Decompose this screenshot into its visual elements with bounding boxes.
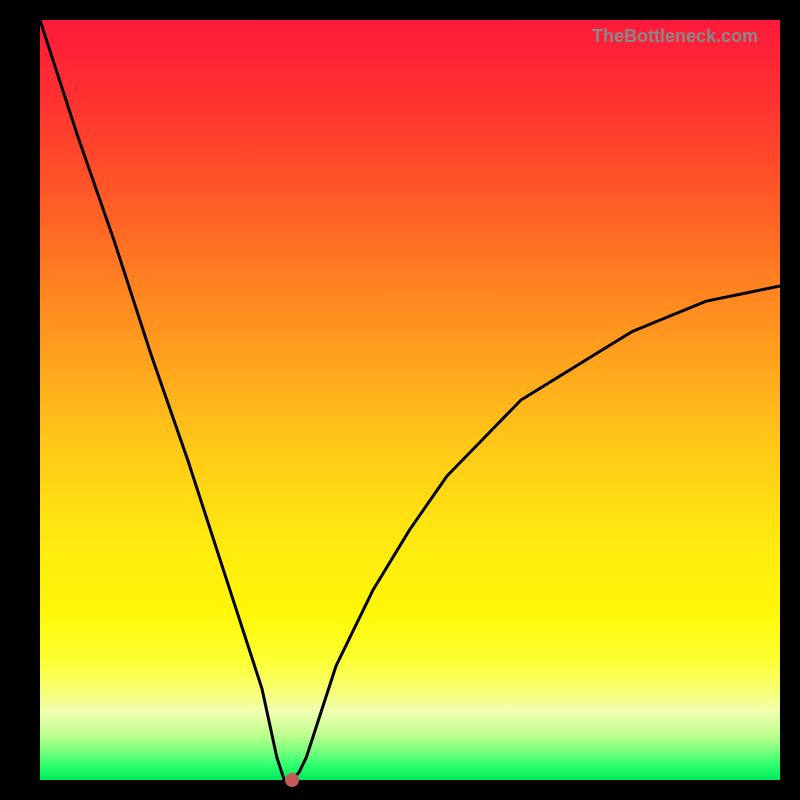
watermark-text: TheBottleneck.com	[592, 26, 758, 47]
minimum-marker	[285, 773, 299, 787]
bottleneck-curve	[40, 20, 780, 780]
plot-area: TheBottleneck.com	[40, 20, 780, 780]
chart-container: TheBottleneck.com	[0, 0, 800, 800]
curve-svg	[40, 20, 780, 780]
